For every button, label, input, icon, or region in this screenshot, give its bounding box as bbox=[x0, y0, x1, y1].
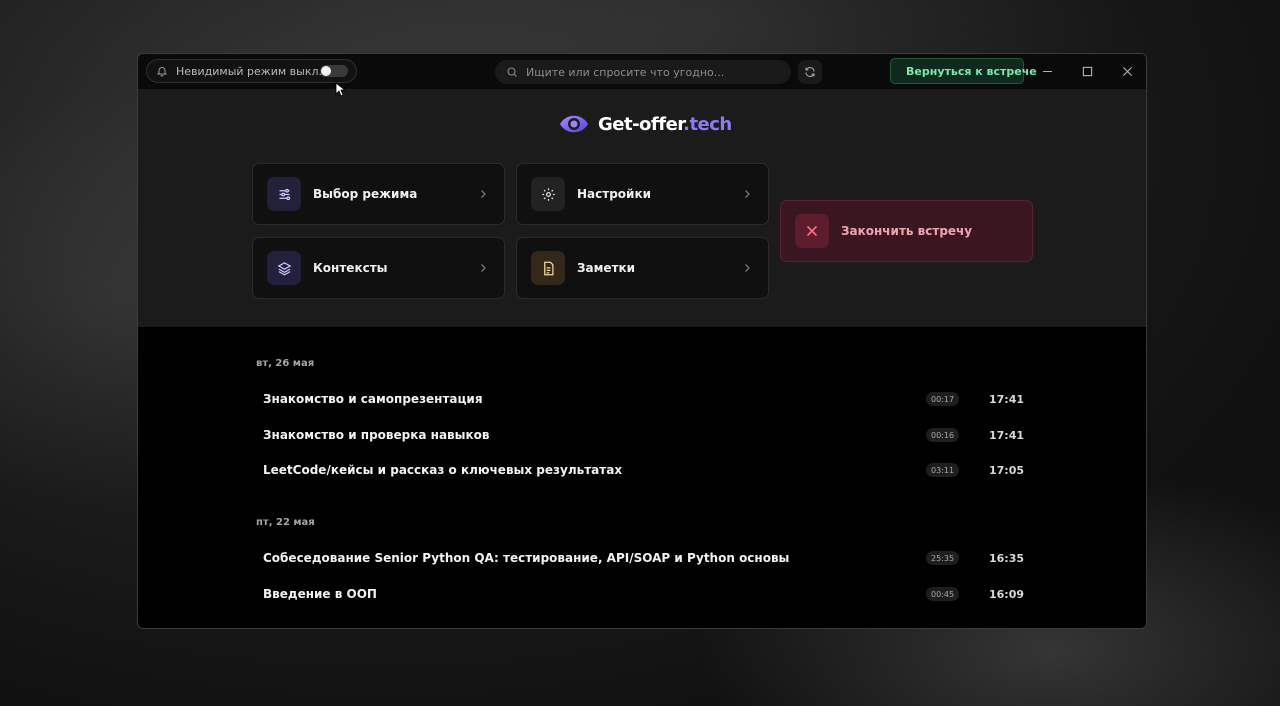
app-logo: Get-offer.tech bbox=[558, 111, 732, 137]
close-button[interactable] bbox=[1119, 63, 1135, 79]
chevron-right-icon bbox=[481, 264, 486, 272]
end-meeting-button[interactable]: Закончить встречу bbox=[780, 200, 1033, 262]
bell-icon bbox=[156, 67, 168, 77]
minimize-button[interactable] bbox=[1039, 63, 1055, 79]
refresh-button[interactable] bbox=[798, 60, 822, 84]
refresh-icon bbox=[805, 67, 815, 77]
day-label: вт, 26 мая bbox=[256, 358, 315, 369]
end-meeting-icon-box bbox=[795, 214, 829, 248]
settings-card[interactable]: Настройки bbox=[516, 163, 769, 225]
search-bar[interactable] bbox=[495, 60, 791, 84]
chevron-right-icon bbox=[745, 190, 750, 198]
settings-label: Настройки bbox=[577, 187, 652, 201]
day-label: пт, 22 мая bbox=[256, 517, 315, 528]
title-bar: Невидимый режим выкл... Вернуться к встр… bbox=[138, 54, 1146, 89]
stealth-mode-switch[interactable]: Невидимый режим выкл... bbox=[146, 59, 357, 83]
contexts-icon-box bbox=[267, 251, 301, 285]
meeting-row[interactable]: LeetCode/кейсы и рассказ о ключевых резу… bbox=[256, 455, 1030, 485]
return-to-meeting-button[interactable]: Вернуться к встрече bbox=[890, 58, 1037, 84]
mode-icon-box bbox=[267, 177, 301, 211]
meeting-time: 16:09 bbox=[988, 587, 1024, 601]
mouse-cursor-icon bbox=[335, 82, 345, 97]
sliders-icon bbox=[279, 188, 290, 200]
search-icon bbox=[507, 67, 517, 77]
minimize-icon bbox=[1042, 70, 1052, 72]
meeting-time: 17:05 bbox=[988, 463, 1024, 477]
meeting-duration-badge: 03:11 bbox=[926, 463, 960, 477]
contexts-label: Контексты bbox=[313, 261, 388, 275]
mode-select-label: Выбор режима bbox=[313, 187, 418, 201]
notes-icon-box bbox=[531, 251, 565, 285]
logo-tld: .tech bbox=[683, 113, 732, 135]
toggle-knob bbox=[321, 66, 331, 76]
layers-icon bbox=[277, 261, 291, 275]
notes-card[interactable]: Заметки bbox=[516, 237, 769, 299]
meeting-title: Собеседование Senior Python QA: тестиров… bbox=[263, 551, 790, 565]
document-icon bbox=[543, 261, 553, 275]
meeting-duration-badge: 25:35 bbox=[926, 551, 960, 565]
meeting-title: Введение в ООП bbox=[263, 587, 377, 601]
return-to-meeting-label: Вернуться к встрече bbox=[906, 64, 1037, 78]
gear-icon bbox=[541, 187, 555, 201]
notes-label: Заметки bbox=[577, 261, 636, 275]
maximize-icon bbox=[1082, 66, 1092, 76]
eye-logo-icon bbox=[560, 115, 588, 133]
meeting-row[interactable]: Собеседование Senior Python QA: тестиров… bbox=[256, 543, 1030, 573]
meeting-time: 17:41 bbox=[988, 428, 1024, 442]
meeting-duration-badge: 00:16 bbox=[926, 428, 960, 442]
search-input[interactable] bbox=[526, 65, 776, 79]
app-window: Невидимый режим выкл... Вернуться к встр… bbox=[137, 53, 1147, 629]
chevron-right-icon bbox=[745, 264, 750, 272]
logo-text: Get-offer.tech bbox=[598, 114, 732, 135]
stealth-mode-label: Невидимый режим выкл... bbox=[176, 64, 329, 78]
mode-select-card[interactable]: Выбор режима bbox=[252, 163, 505, 225]
dashboard-panel: Get-offer.tech Выбор режима Настройки Ко… bbox=[138, 89, 1146, 327]
chevron-right-icon bbox=[481, 190, 486, 198]
close-icon bbox=[1122, 66, 1132, 76]
meeting-time: 17:41 bbox=[988, 392, 1024, 406]
close-icon bbox=[806, 225, 818, 237]
meeting-title: Знакомство и самопрезентация bbox=[263, 392, 483, 406]
meeting-row[interactable]: Знакомство и самопрезентация 00:17 17:41 bbox=[256, 384, 1030, 414]
stealth-toggle[interactable] bbox=[320, 65, 348, 77]
end-meeting-label: Закончить встречу bbox=[841, 224, 973, 238]
contexts-card[interactable]: Контексты bbox=[252, 237, 505, 299]
logo-name: Get-offer bbox=[598, 113, 684, 135]
meeting-title: Знакомство и проверка навыков bbox=[263, 428, 490, 442]
settings-icon-box bbox=[531, 177, 565, 211]
maximize-button[interactable] bbox=[1079, 63, 1095, 79]
meeting-history: вт, 26 мая Знакомство и самопрезентация … bbox=[138, 327, 1146, 628]
meeting-row[interactable]: Введение в ООП 00:45 16:09 bbox=[256, 579, 1030, 609]
meeting-row[interactable]: Знакомство и проверка навыков 00:16 17:4… bbox=[256, 420, 1030, 450]
meeting-duration-badge: 00:45 bbox=[926, 587, 960, 601]
meeting-duration-badge: 00:17 bbox=[926, 392, 960, 406]
meeting-time: 16:35 bbox=[988, 551, 1024, 565]
meeting-title: LeetCode/кейсы и рассказ о ключевых резу… bbox=[263, 463, 623, 477]
